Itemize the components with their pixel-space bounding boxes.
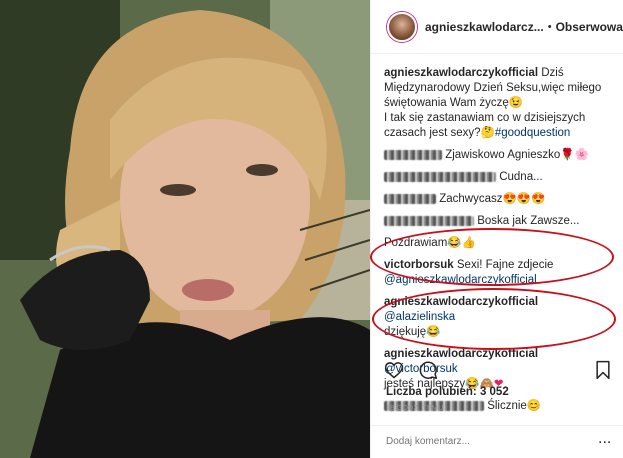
thinking-emoji: 🤔 <box>480 127 495 139</box>
blurred-username <box>384 171 496 182</box>
rose-emoji: 🌹🌸 <box>560 149 589 161</box>
comment-input[interactable] <box>386 436 576 447</box>
header-username[interactable]: agnieszkawlodarcz... <box>425 20 544 34</box>
caption: agnieszkawlodarczykofficial Dziś Międzyn… <box>384 66 612 141</box>
heart-eyes-emoji: 😍😍😍 <box>502 193 546 205</box>
likes-label: Liczba polubień: <box>386 386 477 398</box>
comment-text: Boska jak Zawsze... <box>477 215 580 227</box>
smile-emoji: 😉 <box>508 97 524 109</box>
caption-username[interactable]: agnieszkawlodarczykofficial <box>384 67 538 79</box>
save-icon[interactable] <box>594 360 612 380</box>
highlight-ring <box>372 288 616 350</box>
comment-username[interactable]: agnieszkawlodarczykofficial <box>384 348 538 360</box>
list-item: Cudna... <box>384 170 612 185</box>
photo-illustration <box>0 0 370 458</box>
likes-value: 3 052 <box>479 386 509 398</box>
comment-text: Zjawiskowo Agnieszko <box>445 149 561 161</box>
more-icon[interactable]: ... <box>598 430 611 448</box>
follow-button[interactable]: Obserwowanie <box>556 20 623 34</box>
comment-text: Cudna... <box>499 171 543 183</box>
comment-icon[interactable] <box>418 360 438 380</box>
avatar[interactable] <box>387 11 417 42</box>
post-photo[interactable] <box>0 0 370 458</box>
add-comment-bar: ... <box>370 425 623 458</box>
comment-text: Zachwycasz <box>439 193 503 205</box>
post-time: 18 GODZ. TEMU <box>386 405 444 412</box>
list-item: Boska jak Zawsze... <box>384 214 612 229</box>
highlight-ring <box>370 228 614 286</box>
action-bar <box>384 360 614 380</box>
heart-icon[interactable] <box>384 360 404 380</box>
caption-hashtag[interactable]: #goodquestion <box>495 127 570 139</box>
blurred-username <box>384 149 442 160</box>
likes-count[interactable]: Liczba polubień: 3 052 <box>386 386 509 398</box>
smile-emoji: 😊 <box>526 400 542 412</box>
blurred-username <box>384 215 474 226</box>
blurred-username <box>384 193 436 204</box>
list-item: Zachwycasz😍😍😍 <box>384 192 612 207</box>
list-item: Zjawiskowo Agnieszko🌹🌸 <box>384 148 612 163</box>
header-separator: • <box>547 20 552 33</box>
post-header: agnieszkawlodarcz... • Obserwowanie <box>371 0 623 54</box>
comment-text: Ślicznie <box>487 400 527 412</box>
